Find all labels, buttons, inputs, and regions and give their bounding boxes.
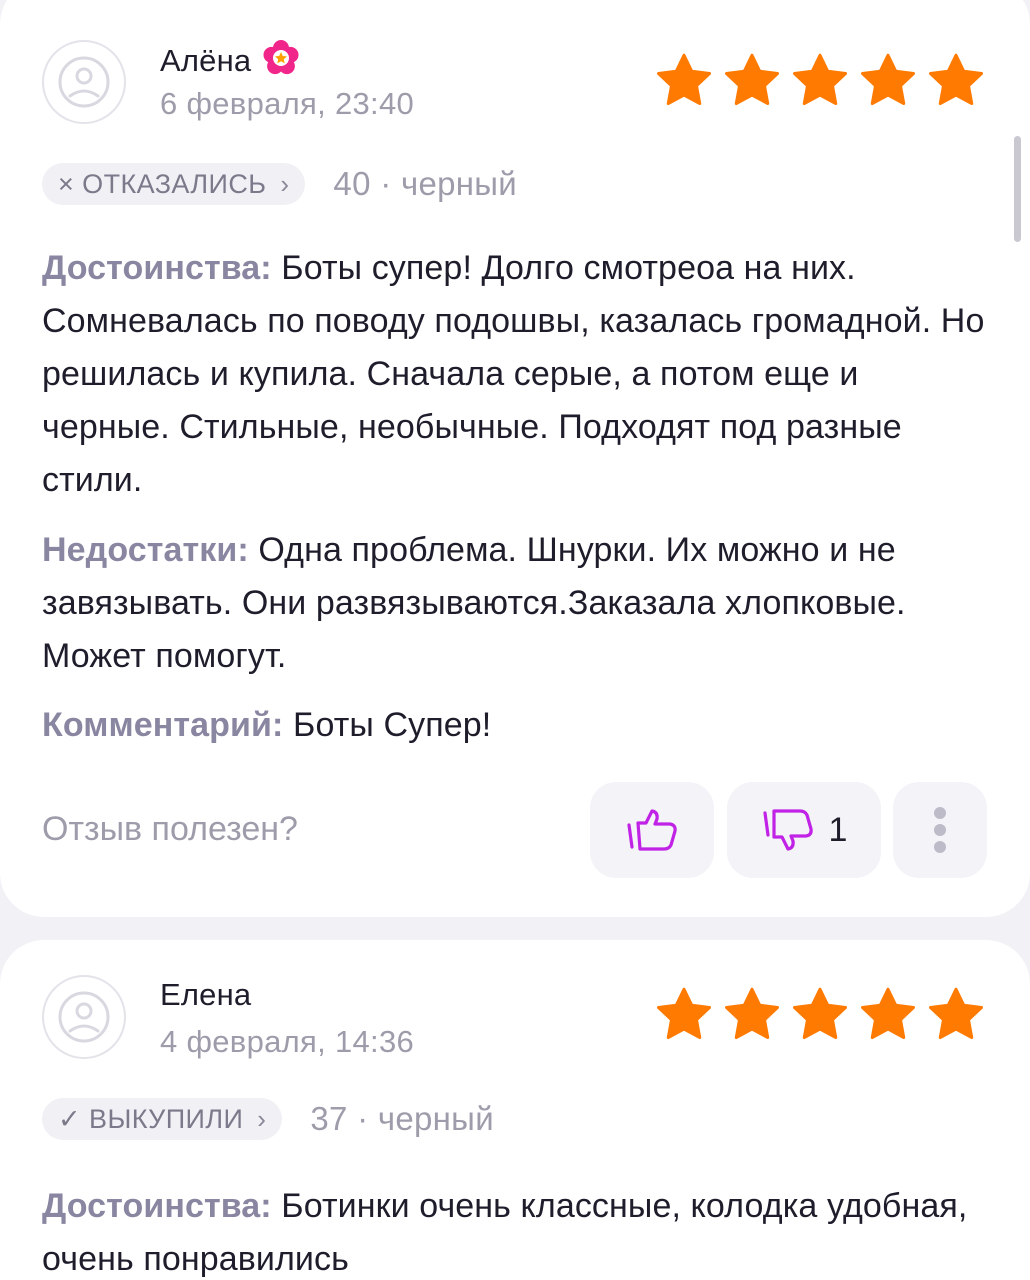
star-icon (861, 987, 915, 1039)
star-icon (929, 987, 983, 1039)
status-icon: ✓ (58, 1103, 82, 1134)
more-button[interactable] (893, 782, 987, 878)
review-date: 4 февраля, 14:36 (160, 1024, 415, 1059)
flower-badge-icon (263, 40, 299, 81)
status-label: ОТКАЗАЛИСЬ (82, 168, 267, 199)
pros-section: Достоинства: Ботинки очень классные, кол… (42, 1180, 992, 1280)
rating-stars (654, 986, 986, 1044)
pros-label: Достоинства: (42, 1187, 272, 1225)
thumbs-up-icon (627, 809, 677, 851)
author-name: Елена (160, 977, 252, 1012)
scrollbar[interactable] (1014, 136, 1021, 242)
more-vertical-icon (934, 802, 946, 858)
star-icon (657, 987, 711, 1039)
pros-section: Достоинства: Боты супер! Долго смотреоа … (42, 242, 992, 507)
cons-label: Недостатки: (42, 531, 249, 569)
avatar (42, 40, 126, 124)
status-pill[interactable]: × ОТКАЗАЛИСЬ › (42, 163, 306, 205)
helpful-question: Отзыв полезен? (42, 810, 298, 848)
chevron-right-icon: › (257, 1103, 267, 1134)
rating-stars (654, 52, 986, 110)
cons-section: Недостатки: Одна проблема. Шнурки. Их мо… (42, 524, 992, 683)
star-icon (793, 53, 847, 105)
star-icon (725, 987, 779, 1039)
star-icon (725, 53, 779, 105)
like-button[interactable] (590, 782, 714, 878)
review-date: 6 февраля, 23:40 (160, 86, 415, 121)
star-icon (657, 53, 711, 105)
star-icon (861, 53, 915, 105)
review-card: Елена 4 февраля, 14:36 ✓ ВЫКУПИЛИ › 37 ·… (0, 940, 1030, 1280)
star-icon (793, 987, 847, 1039)
status-pill[interactable]: ✓ ВЫКУПИЛИ › (42, 1098, 283, 1140)
star-icon (929, 53, 983, 105)
chevron-right-icon: › (280, 168, 290, 199)
comment-text: Боты Супер! (293, 706, 492, 744)
dislike-button[interactable]: 1 (727, 782, 881, 878)
status-label: ВЫКУПИЛИ (89, 1103, 244, 1134)
product-variant: 40 · черный (333, 165, 518, 202)
review-card: Алёна 6 февраля, 23:40 × ОТКАЗАЛИСЬ › 40… (0, 0, 1030, 917)
comment-section: Комментарий: Боты Супер! (42, 699, 992, 752)
dislike-count: 1 (828, 810, 848, 849)
product-variant: 37 · черный (310, 1100, 494, 1137)
avatar (42, 975, 126, 1059)
comment-label: Комментарий: (42, 706, 284, 744)
sad-face-icon (58, 991, 110, 1043)
status-icon: × (58, 168, 75, 199)
pros-label: Достоинства: (42, 249, 272, 287)
sad-face-icon (58, 56, 110, 108)
author-name: Алёна (160, 42, 252, 78)
thumbs-down-icon (762, 809, 813, 851)
